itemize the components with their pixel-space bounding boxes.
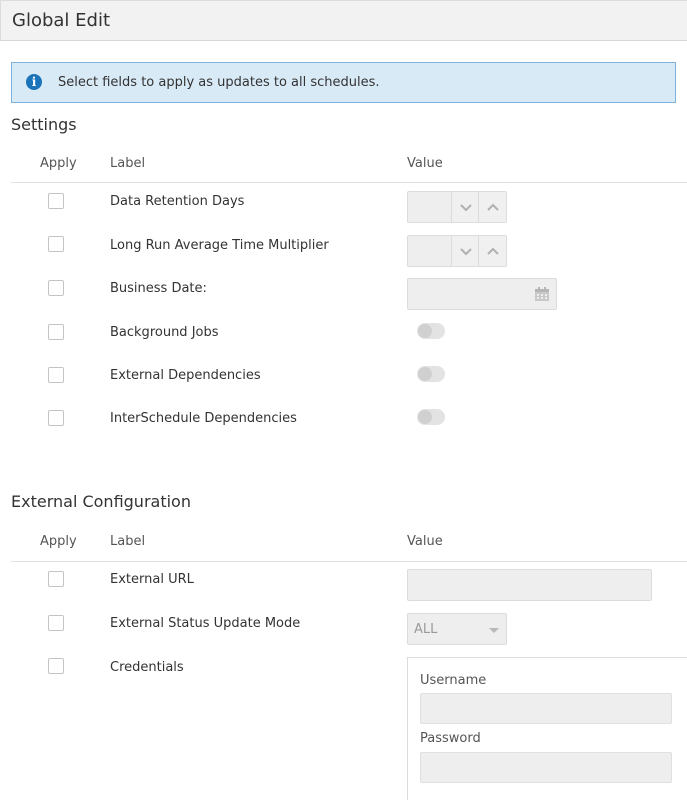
page-header: Global Edit bbox=[0, 0, 687, 41]
credentials-panel: Username Password bbox=[407, 657, 687, 800]
info-message: Select fields to apply as updates to all… bbox=[58, 75, 380, 90]
settings-header-divider bbox=[11, 182, 687, 183]
external-config-section-title: External Configuration bbox=[11, 492, 191, 511]
long-run-average-spinner[interactable] bbox=[407, 235, 507, 267]
external-status-update-mode-select[interactable]: ALL bbox=[407, 613, 507, 645]
chevron-down-icon bbox=[460, 204, 472, 212]
password-input[interactable] bbox=[420, 752, 672, 783]
external-col-value: Value bbox=[407, 534, 443, 549]
interschedule-dependencies-toggle[interactable] bbox=[417, 409, 445, 425]
apply-checkbox-credentials[interactable] bbox=[48, 658, 64, 674]
external-col-apply: Apply bbox=[40, 534, 77, 549]
chevron-up-icon bbox=[487, 203, 499, 211]
apply-checkbox-external-url[interactable] bbox=[48, 571, 64, 587]
label-external-url: External URL bbox=[110, 572, 194, 587]
info-banner: i Select fields to apply as updates to a… bbox=[11, 62, 676, 103]
label-business-date: Business Date: bbox=[110, 281, 207, 296]
label-credentials: Credentials bbox=[110, 660, 184, 675]
decrement-button[interactable] bbox=[451, 236, 479, 266]
toggle-knob bbox=[418, 410, 432, 424]
label-external-dependencies: External Dependencies bbox=[110, 368, 261, 383]
apply-checkbox-background-jobs[interactable] bbox=[48, 324, 64, 340]
apply-checkbox-interschedule-dependencies[interactable] bbox=[48, 410, 64, 426]
label-long-run-average: Long Run Average Time Multiplier bbox=[110, 238, 329, 253]
settings-col-value: Value bbox=[407, 156, 443, 171]
label-background-jobs: Background Jobs bbox=[110, 325, 219, 340]
caret-down-icon bbox=[489, 628, 499, 633]
label-interschedule-dependencies: InterSchedule Dependencies bbox=[110, 411, 297, 426]
data-retention-days-spinner[interactable] bbox=[407, 191, 507, 223]
calendar-icon[interactable] bbox=[534, 287, 550, 302]
external-col-label: Label bbox=[110, 534, 146, 549]
settings-col-label: Label bbox=[110, 156, 146, 171]
label-external-status-update-mode: External Status Update Mode bbox=[110, 616, 301, 631]
username-label: Username bbox=[420, 673, 487, 688]
username-input[interactable] bbox=[420, 693, 672, 724]
settings-col-apply: Apply bbox=[40, 156, 77, 171]
password-label: Password bbox=[420, 731, 481, 746]
page-title: Global Edit bbox=[12, 10, 110, 31]
label-data-retention-days: Data Retention Days bbox=[110, 194, 245, 209]
business-date-input[interactable] bbox=[407, 278, 557, 310]
apply-checkbox-external-status-update-mode[interactable] bbox=[48, 615, 64, 631]
decrement-button[interactable] bbox=[451, 192, 479, 222]
chevron-down-icon bbox=[460, 248, 472, 256]
increment-button[interactable] bbox=[478, 236, 506, 266]
increment-button[interactable] bbox=[478, 192, 506, 222]
toggle-knob bbox=[418, 367, 432, 381]
external-header-divider bbox=[11, 561, 687, 562]
apply-checkbox-business-date[interactable] bbox=[48, 280, 64, 296]
external-url-input[interactable] bbox=[407, 569, 652, 601]
info-icon: i bbox=[26, 74, 42, 90]
apply-checkbox-long-run-average[interactable] bbox=[48, 236, 64, 252]
apply-checkbox-data-retention-days[interactable] bbox=[48, 193, 64, 209]
background-jobs-toggle[interactable] bbox=[417, 323, 445, 339]
settings-section-title: Settings bbox=[11, 115, 77, 134]
external-dependencies-toggle[interactable] bbox=[417, 366, 445, 382]
toggle-knob bbox=[418, 324, 432, 338]
apply-checkbox-external-dependencies[interactable] bbox=[48, 367, 64, 383]
select-value: ALL bbox=[414, 622, 438, 637]
chevron-up-icon bbox=[487, 247, 499, 255]
